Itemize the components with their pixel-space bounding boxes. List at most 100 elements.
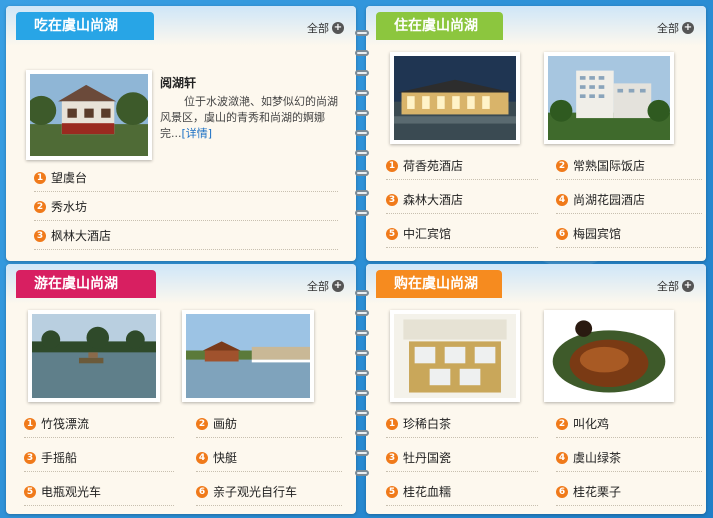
list-item-label[interactable]: 秀水坊 — [51, 193, 87, 221]
ring-icon — [355, 50, 369, 56]
ring-icon — [355, 150, 369, 156]
number-badge: 3 — [34, 229, 46, 242]
list-item[interactable]: 5 电瓶观光车 — [24, 478, 174, 506]
ring-icon — [355, 110, 369, 116]
white-tea-photo[interactable] — [390, 310, 520, 402]
list-item-label[interactable]: 森林大酒店 — [403, 186, 463, 214]
list-item[interactable]: 1 望虞台 — [34, 164, 338, 192]
ring-icon — [355, 90, 369, 96]
list-item[interactable]: 2 常熟国际饭店 — [556, 152, 702, 180]
number-badge: 4 — [196, 451, 208, 464]
list-item[interactable]: 3 牡丹国瓷 — [386, 444, 538, 472]
list-item-label[interactable]: 牡丹国瓷 — [403, 444, 451, 472]
number-badge: 3 — [386, 193, 398, 206]
ring-icon — [355, 370, 369, 376]
restaurant-photo[interactable] — [26, 70, 152, 160]
ring-icon — [355, 470, 369, 476]
list-item[interactable]: 1 竹筏漂流 — [24, 410, 174, 438]
tab-stay[interactable]: 住在虞山尚湖 — [376, 12, 503, 40]
number-badge: 2 — [556, 417, 568, 430]
ring-icon — [355, 170, 369, 176]
plus-icon[interactable]: + — [332, 22, 344, 34]
list-item-label[interactable]: 望虞台 — [51, 164, 87, 192]
list-item-label[interactable]: 尚湖花园酒店 — [573, 186, 645, 214]
list-item[interactable]: 4 虞山绿茶 — [556, 444, 702, 472]
list-item-label[interactable]: 荷香苑酒店 — [403, 152, 463, 180]
number-badge: 3 — [386, 451, 398, 464]
list-item-label[interactable]: 桂花血糯 — [403, 478, 451, 506]
ring-icon — [355, 350, 369, 356]
list-item[interactable]: 4 尚湖花园酒店 — [556, 186, 702, 214]
list-item[interactable]: 6 桂花栗子 — [556, 478, 702, 506]
eat-more-link[interactable]: 全部 + — [307, 20, 344, 36]
more-label[interactable]: 全部 — [307, 20, 329, 36]
stay-more-link[interactable]: 全部 + — [657, 20, 694, 36]
more-label[interactable]: 全部 — [657, 20, 679, 36]
list-item[interactable]: 3 森林大酒店 — [386, 186, 538, 214]
details-link[interactable]: [详情] — [182, 127, 213, 140]
tab-shop[interactable]: 购在虞山尚湖 — [376, 270, 502, 298]
ring-icon — [355, 130, 369, 136]
number-badge: 6 — [556, 227, 568, 240]
list-item-label[interactable]: 梅园宾馆 — [573, 220, 621, 248]
number-badge: 1 — [34, 171, 46, 184]
list-item[interactable]: 6 梅园宾馆 — [556, 220, 702, 248]
list-item-label[interactable]: 桂花栗子 — [573, 478, 621, 506]
hotel-photo-1[interactable] — [390, 52, 520, 144]
more-label[interactable]: 全部 — [657, 278, 679, 294]
list-item-label[interactable]: 枫林大酒店 — [51, 222, 111, 250]
tab-eat[interactable]: 吃在虞山尚湖 — [16, 12, 154, 40]
number-badge: 6 — [556, 485, 568, 498]
shop-more-link[interactable]: 全部 + — [657, 278, 694, 294]
ring-icon — [355, 330, 369, 336]
list-item-label[interactable]: 叫化鸡 — [573, 410, 609, 438]
list-item-label[interactable]: 竹筏漂流 — [41, 410, 89, 438]
number-badge: 2 — [34, 200, 46, 213]
beggars-chicken-photo[interactable] — [544, 310, 674, 402]
hotel-photo-2[interactable] — [544, 52, 674, 144]
ring-icon — [355, 450, 369, 456]
list-item-label[interactable]: 珍稀白茶 — [403, 410, 451, 438]
list-item[interactable]: 2 叫化鸡 — [556, 410, 702, 438]
binder-rings-top — [355, 30, 369, 230]
ring-icon — [355, 410, 369, 416]
ring-icon — [355, 190, 369, 196]
list-item[interactable]: 6 亲子观光自行车 — [196, 478, 342, 506]
list-item-label[interactable]: 电瓶观光车 — [41, 478, 101, 506]
number-badge: 2 — [556, 159, 568, 172]
plus-icon[interactable]: + — [332, 280, 344, 292]
feature-title[interactable]: 阅湖轩 — [160, 74, 196, 91]
list-item-label[interactable]: 常熟国际饭店 — [573, 152, 645, 180]
painted-boat-photo[interactable] — [182, 310, 314, 402]
list-item-label[interactable]: 虞山绿茶 — [573, 444, 621, 472]
list-item[interactable]: 2 画舫 — [196, 410, 342, 438]
more-label[interactable]: 全部 — [307, 278, 329, 294]
number-badge: 5 — [386, 227, 398, 240]
list-item[interactable]: 1 珍稀白茶 — [386, 410, 538, 438]
number-badge: 6 — [196, 485, 208, 498]
bamboo-raft-photo[interactable] — [28, 310, 160, 402]
tab-tour[interactable]: 游在虞山尚湖 — [16, 270, 156, 298]
plus-icon[interactable]: + — [682, 22, 694, 34]
tour-more-link[interactable]: 全部 + — [307, 278, 344, 294]
ring-icon — [355, 70, 369, 76]
ring-icon — [355, 390, 369, 396]
ring-icon — [355, 30, 369, 36]
list-item[interactable]: 5 桂花血糯 — [386, 478, 538, 506]
list-item-label[interactable]: 手摇船 — [41, 444, 77, 472]
list-item[interactable]: 5 中汇宾馆 — [386, 220, 538, 248]
list-item-label[interactable]: 画舫 — [213, 410, 237, 438]
number-badge: 2 — [196, 417, 208, 430]
list-item-label[interactable]: 亲子观光自行车 — [213, 478, 297, 506]
list-item[interactable]: 2 秀水坊 — [34, 193, 338, 221]
list-item-label[interactable]: 快艇 — [213, 444, 237, 472]
number-badge: 4 — [556, 451, 568, 464]
shop-panel: 购在虞山尚湖 全部 + 1 珍稀白茶 2 叫化鸡 3 牡丹国瓷 4 虞山绿茶 5… — [366, 264, 706, 514]
ring-icon — [355, 430, 369, 436]
list-item-label[interactable]: 中汇宾馆 — [403, 220, 451, 248]
list-item[interactable]: 1 荷香苑酒店 — [386, 152, 538, 180]
list-item[interactable]: 3 手摇船 — [24, 444, 174, 472]
plus-icon[interactable]: + — [682, 280, 694, 292]
list-item[interactable]: 3 枫林大酒店 — [34, 222, 338, 250]
list-item[interactable]: 4 快艇 — [196, 444, 342, 472]
